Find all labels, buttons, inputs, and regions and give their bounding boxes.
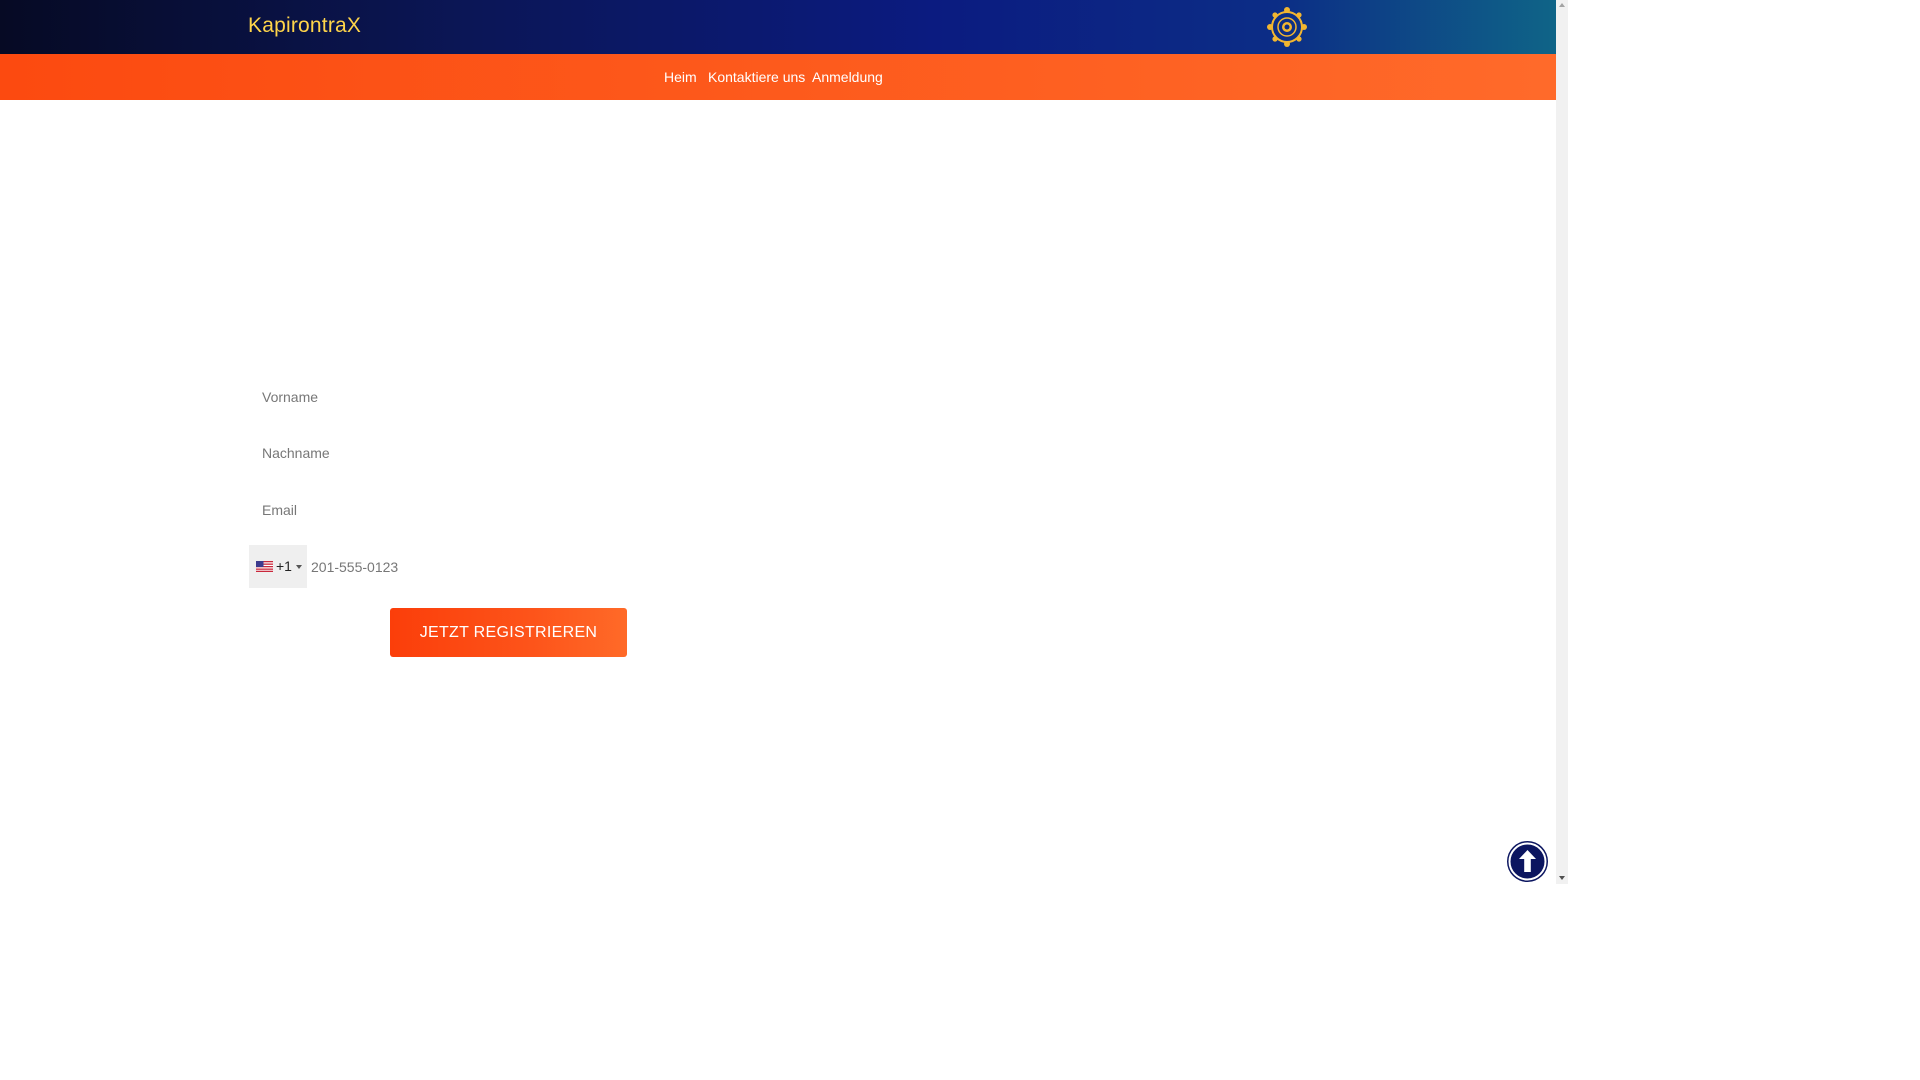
scroll-up-arrow-icon[interactable] [1559, 3, 1565, 7]
nav-item-contact[interactable]: Kontaktiere uns [708, 69, 805, 85]
phone-field-group: +1 [249, 545, 627, 588]
phone-input[interactable] [307, 545, 627, 588]
main-navigation: Heim Kontaktiere uns Anmeldung [0, 54, 1556, 100]
nav-item-login[interactable]: Anmeldung [812, 69, 883, 85]
country-code-selector[interactable]: +1 [249, 545, 307, 588]
email-input[interactable] [249, 489, 627, 531]
first-name-input[interactable] [249, 376, 627, 418]
dial-code: +1 [276, 558, 292, 574]
brand-logo-text[interactable]: KapirontraX [248, 14, 361, 38]
register-now-button[interactable]: JETZT REGISTRIEREN [390, 608, 627, 657]
last-name-input[interactable] [249, 432, 627, 474]
sun-emblem-icon[interactable] [1265, 5, 1309, 49]
nav-item-home[interactable]: Heim [664, 69, 697, 85]
arrow-up-icon [1508, 842, 1547, 881]
chevron-down-icon [296, 565, 302, 569]
page-scrollbar[interactable] [1556, 0, 1568, 884]
us-flag-icon [256, 561, 273, 572]
top-header-bar: KapirontraX [0, 0, 1556, 54]
scroll-to-top-button[interactable] [1507, 841, 1548, 882]
scroll-down-arrow-icon[interactable] [1559, 876, 1565, 880]
